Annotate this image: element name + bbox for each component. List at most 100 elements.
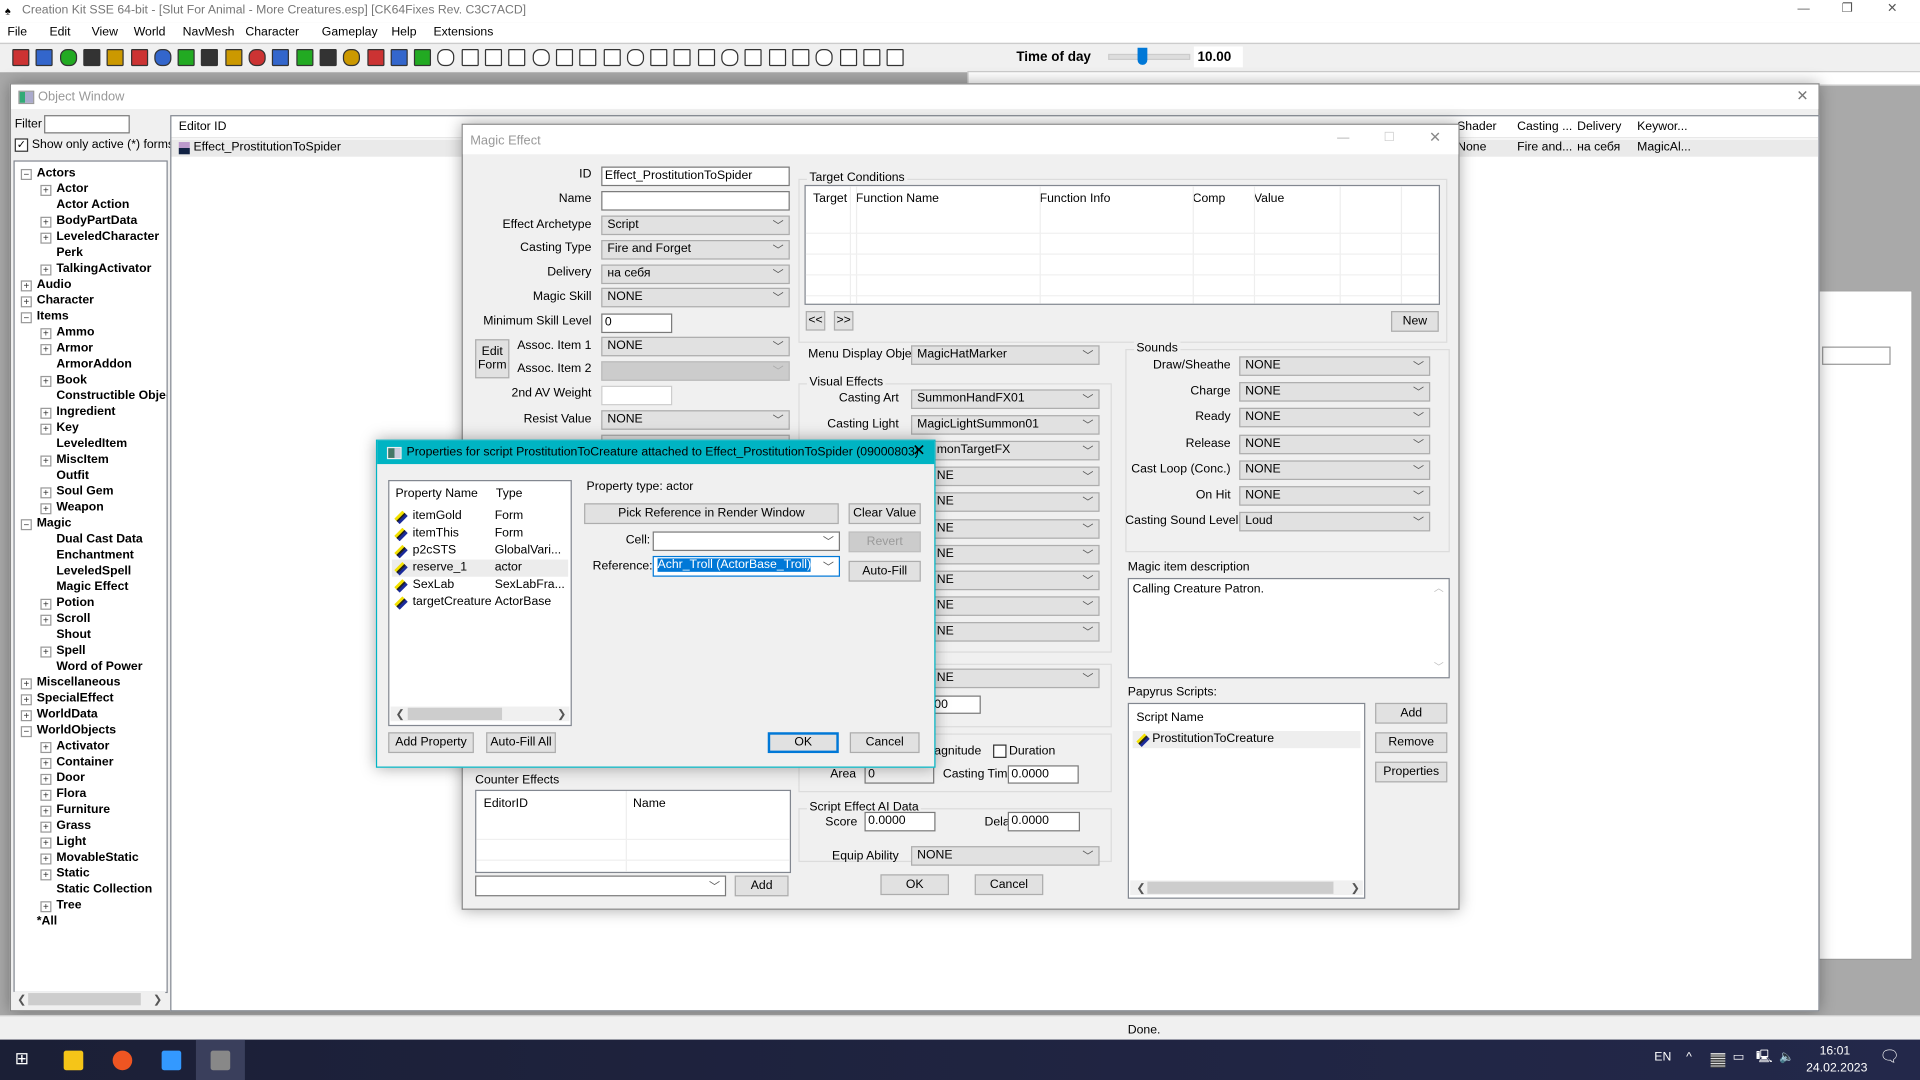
view-c-icon[interactable] (768, 48, 786, 67)
sound-release-select[interactable]: NONE ﹀ (1239, 434, 1431, 454)
column-target[interactable]: Target (813, 192, 847, 207)
column-type[interactable]: Type (496, 487, 523, 502)
column-property-name[interactable]: Property Name (396, 487, 478, 502)
tree-item-armor[interactable]: Armor (56, 340, 93, 356)
view-ww-icon[interactable] (863, 48, 881, 67)
expand-icon[interactable]: + (40, 423, 52, 435)
grass-icon[interactable] (366, 48, 384, 67)
tree-item-flora[interactable]: Flora (56, 786, 86, 802)
tree-item-leveleditem[interactable]: LeveledItem (56, 436, 127, 452)
menu-world[interactable]: World (134, 26, 166, 41)
papyrus-remove-button[interactable]: Remove (1375, 732, 1448, 754)
windows-start-icon[interactable]: ⊞ (15, 1049, 29, 1066)
column-name[interactable]: Name (633, 797, 666, 812)
property-list[interactable]: Property Name Type ❮ ❯ itemGold Form itemT… (388, 480, 572, 727)
assoc2-select[interactable]: ﹀ (601, 361, 790, 381)
expand-icon[interactable]: + (40, 216, 52, 228)
menu-extensions[interactable]: Extensions (433, 26, 493, 41)
expand-icon[interactable]: + (40, 837, 52, 849)
tree-item-key[interactable]: Key (56, 420, 78, 436)
reference-combo[interactable]: Achr_Troll (ActorBase_Troll) ﹀ (652, 555, 841, 577)
papyrus-scripts-list[interactable]: Script Name ❮ ❯ ProstitutionToCreature (1127, 702, 1366, 899)
property-row[interactable]: targetCreature ActorBase (392, 594, 568, 611)
tree-item-ammo[interactable]: Ammo (56, 324, 94, 340)
casting-light-select[interactable]: MagicLightSummon01 ﹀ (911, 415, 1100, 435)
view-p-icon[interactable] (603, 48, 621, 67)
show-active-checkbox[interactable]: ✓ (14, 138, 29, 152)
scroll-down-icon[interactable]: ﹀ (1434, 660, 1444, 675)
visual-effect-select[interactable]: monTargetFX ﹀ (911, 440, 1100, 461)
expand-icon[interactable]: + (40, 375, 52, 387)
column-function-name[interactable]: Function Name (856, 192, 939, 207)
collapse-icon[interactable]: − (20, 312, 32, 324)
property-list-scrollbar[interactable]: ❮ ❯ (390, 706, 570, 722)
expand-icon[interactable]: + (40, 646, 52, 658)
target-conditions-table[interactable]: Target Function Name Function Info Comp Valu… (804, 184, 1441, 305)
scroll-right-icon[interactable]: ❯ (557, 707, 566, 722)
expand-icon[interactable]: + (40, 757, 52, 769)
resist-select[interactable]: NONE ﹀ (601, 410, 790, 430)
magic-skill-select[interactable]: NONE ﹀ (601, 287, 790, 308)
view-box-icon[interactable] (437, 48, 455, 67)
tree-item-actors[interactable]: Actors (37, 165, 76, 181)
tree-item-activator[interactable]: Activator (56, 738, 109, 754)
visual-effect-select[interactable]: NE ﹀ (911, 466, 1100, 487)
menu-display-select[interactable]: MagicHatMarker ﹀ (911, 345, 1100, 365)
area-input[interactable]: 0 (864, 765, 935, 784)
expand-icon[interactable]: + (40, 742, 52, 754)
tree-item-miscitem[interactable]: MiscItem (56, 452, 108, 468)
menu-character[interactable]: Character (245, 26, 299, 41)
delivery-select[interactable]: на себя ﹀ (601, 264, 790, 285)
light-toggle-icon[interactable] (721, 48, 739, 67)
visual-effect-select[interactable]: NE ﹀ (911, 570, 1100, 591)
sound-casting-sound-level-select[interactable]: Loud ﹀ (1239, 512, 1431, 532)
tree-item-static[interactable]: Static (56, 866, 89, 882)
tree-item-leveledspell[interactable]: LeveledSpell (56, 563, 131, 579)
tree-item--all[interactable]: *All (37, 913, 57, 929)
papyrus-horizontal-scrollbar[interactable]: ❮ ❯ (1130, 880, 1363, 896)
expand-icon[interactable]: + (40, 821, 52, 833)
name-input[interactable] (601, 191, 790, 211)
fx-icon[interactable] (295, 48, 313, 67)
tree-item-weapon[interactable]: Weapon (56, 500, 103, 516)
expand-icon[interactable]: + (40, 487, 52, 499)
auto-fill-all-button[interactable]: Auto-Fill All (486, 732, 556, 754)
view-P-icon[interactable] (626, 48, 644, 67)
expand-icon[interactable]: + (40, 264, 52, 276)
expand-icon[interactable]: + (40, 455, 52, 467)
view-cube-icon[interactable] (579, 48, 597, 67)
clock-time[interactable]: 16:01 (1820, 1044, 1851, 1059)
tree-item-door[interactable]: Door (56, 770, 85, 786)
equip-ability-select[interactable]: NONE ﹀ (911, 846, 1100, 866)
tree-item-items[interactable]: Items (37, 309, 69, 325)
expand-icon[interactable]: + (40, 407, 52, 419)
collapse-icon[interactable]: − (20, 519, 32, 531)
partial-select[interactable]: NE ﹀ (911, 668, 1100, 689)
sky-icon[interactable] (343, 48, 361, 67)
duration-checkbox[interactable] (993, 744, 1007, 758)
view-s-icon[interactable] (697, 48, 715, 67)
column-keywords[interactable]: Keywor... (1637, 120, 1687, 135)
minimize-button[interactable]: — (1337, 131, 1349, 146)
column-script-name[interactable]: Script Name (1136, 711, 1203, 726)
menu-view[interactable]: View (92, 26, 118, 41)
tray-chevron-icon[interactable]: ^ (1686, 1051, 1692, 1066)
add-property-button[interactable]: Add Property (388, 732, 474, 754)
undo-icon[interactable] (106, 48, 124, 67)
volume-icon[interactable]: 🔈 (1779, 1051, 1794, 1066)
sound-draw-sheathe-select[interactable]: NONE ﹀ (1239, 356, 1431, 376)
tree-horizontal-scrollbar[interactable]: ❮ ❯ (13, 991, 166, 1007)
column-shader[interactable]: Shader (1457, 120, 1496, 135)
expand-icon[interactable]: + (20, 710, 32, 722)
sound-on-hit-select[interactable]: NONE ﹀ (1239, 486, 1431, 506)
tree-item-static-collection[interactable]: Static Collection (56, 882, 152, 898)
view-m-icon[interactable] (461, 48, 479, 67)
creation-kit-icon[interactable] (210, 1050, 231, 1071)
expand-icon[interactable]: + (40, 789, 52, 801)
column-function-info[interactable]: Function Info (1040, 192, 1111, 207)
tree-item-talkingactivator[interactable]: TalkingActivator (56, 261, 151, 277)
new-condition-button[interactable]: New (1391, 311, 1439, 332)
expand-icon[interactable]: + (40, 614, 52, 626)
maximize-button[interactable]: ☐ (1384, 131, 1395, 146)
tray-app-icon[interactable] (1710, 1053, 1726, 1068)
